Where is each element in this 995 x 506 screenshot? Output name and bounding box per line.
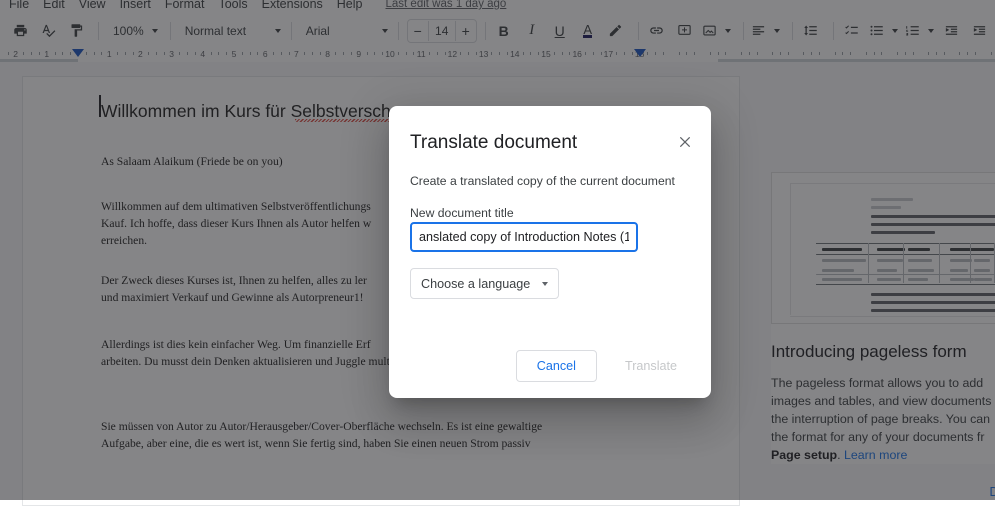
dialog-actions: Cancel Translate <box>516 350 695 382</box>
cancel-button[interactable]: Cancel <box>516 350 597 382</box>
dialog-title: Translate document <box>410 130 577 156</box>
translate-button: Translate <box>607 351 695 381</box>
close-icon[interactable] <box>671 128 699 156</box>
new-document-title-label: New document title <box>410 205 514 222</box>
dialog-subtitle: Create a translated copy of the current … <box>410 173 675 190</box>
new-document-title-input[interactable] <box>410 222 638 252</box>
language-selector-value: Choose a language <box>421 277 530 291</box>
chevron-down-icon <box>542 282 548 286</box>
translate-document-dialog: Translate document Create a translated c… <box>389 106 711 398</box>
language-selector[interactable]: Choose a language <box>410 268 559 299</box>
